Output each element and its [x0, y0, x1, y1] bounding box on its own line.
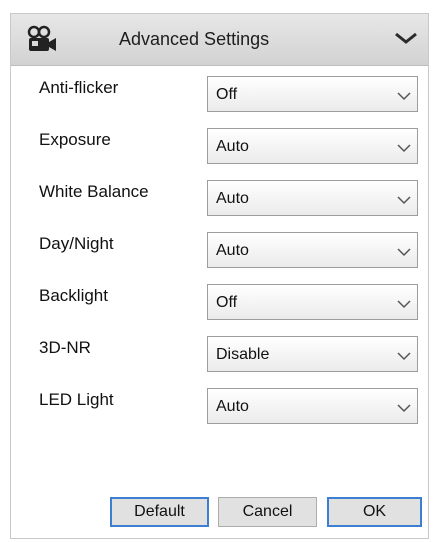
dialog-buttons: Default Cancel OK [11, 497, 428, 529]
select-value: Off [216, 294, 238, 311]
chevron-down-icon [397, 88, 411, 101]
anti-flicker-select[interactable]: Off [207, 76, 418, 112]
setting-label: Exposure [39, 130, 111, 149]
select-value: Auto [216, 398, 249, 415]
select-value: Auto [216, 190, 249, 207]
setting-label: Anti-flicker [39, 78, 119, 97]
3d-nr-select[interactable]: Disable [207, 336, 418, 372]
chevron-down-icon [397, 140, 411, 153]
setting-label: 3D-NR [39, 338, 91, 357]
ok-button[interactable]: OK [327, 497, 422, 527]
led-light-select[interactable]: Auto [207, 388, 418, 424]
exposure-select[interactable]: Auto [207, 128, 418, 164]
setting-row-3d-nr: 3D-NR Disable [11, 336, 428, 376]
white-balance-select[interactable]: Auto [207, 180, 418, 216]
setting-row-day-night: Day/Night Auto [11, 232, 428, 272]
chevron-down-icon [397, 296, 411, 309]
select-value: Off [216, 86, 238, 103]
default-button[interactable]: Default [110, 497, 209, 527]
day-night-select[interactable]: Auto [207, 232, 418, 268]
setting-row-backlight: Backlight Off [11, 284, 428, 324]
select-value: Auto [216, 242, 249, 259]
camera-icon [27, 25, 57, 53]
setting-label: Backlight [39, 286, 108, 305]
setting-label: White Balance [39, 182, 149, 201]
chevron-down-icon [397, 400, 411, 413]
chevron-down-icon[interactable] [392, 26, 420, 50]
setting-row-white-balance: White Balance Auto [11, 180, 428, 220]
setting-row-anti-flicker: Anti-flicker Off [11, 76, 428, 116]
chevron-down-icon [397, 348, 411, 361]
chevron-down-icon [397, 244, 411, 257]
advanced-settings-panel: Advanced Settings Anti-flicker Off Expos… [10, 13, 429, 539]
setting-label: Day/Night [39, 234, 114, 253]
select-value: Disable [216, 346, 270, 363]
panel-title: Advanced Settings [119, 29, 270, 49]
cancel-button[interactable]: Cancel [218, 497, 317, 527]
setting-row-led-light: LED Light Auto [11, 388, 428, 428]
select-value: Auto [216, 138, 249, 155]
panel-header[interactable]: Advanced Settings [11, 14, 428, 66]
chevron-down-icon [397, 192, 411, 205]
backlight-select[interactable]: Off [207, 284, 418, 320]
setting-label: LED Light [39, 390, 114, 409]
setting-row-exposure: Exposure Auto [11, 128, 428, 168]
